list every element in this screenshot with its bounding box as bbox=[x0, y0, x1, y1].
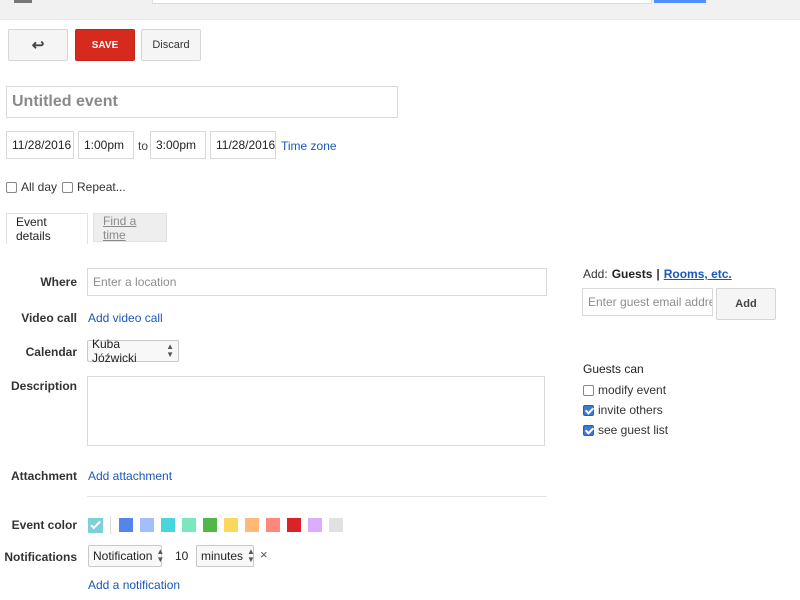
repeat-option[interactable]: Repeat... bbox=[62, 180, 126, 194]
tab-rooms[interactable]: Rooms, etc. bbox=[664, 267, 732, 281]
add-attachment-link[interactable]: Add attachment bbox=[88, 469, 172, 483]
discard-button[interactable]: Discard bbox=[141, 29, 201, 61]
notifications-label: Notifications bbox=[4, 550, 77, 564]
color-swatch[interactable] bbox=[88, 517, 103, 533]
color-swatch[interactable] bbox=[203, 518, 217, 532]
see-guest-list-checkbox[interactable] bbox=[583, 424, 594, 436]
select-arrows-icon: ▲ ▼ bbox=[166, 342, 174, 359]
modify-event-label: modify event bbox=[598, 383, 667, 397]
save-button[interactable]: SAVE bbox=[75, 29, 135, 61]
time-zone-link[interactable]: Time zone bbox=[281, 139, 337, 153]
notification-unit-value: minutes bbox=[201, 549, 244, 563]
tab-find-a-time[interactable]: Find a time bbox=[93, 213, 167, 242]
select-arrows-icon: ▲ ▼ bbox=[247, 547, 255, 564]
color-swatch[interactable] bbox=[329, 518, 343, 532]
swatch-divider bbox=[110, 516, 111, 534]
color-swatch[interactable] bbox=[140, 518, 154, 532]
modify-event-checkbox[interactable] bbox=[583, 384, 594, 396]
video-call-label: Video call bbox=[21, 311, 77, 325]
location-input[interactable]: Enter a location bbox=[87, 268, 547, 296]
permission-modify-event[interactable]: modify event bbox=[583, 383, 666, 397]
guests-can-label: Guests can bbox=[583, 362, 644, 376]
add-notification-link[interactable]: Add a notification bbox=[88, 578, 180, 592]
end-date-field[interactable]: 11/28/2016 bbox=[210, 131, 276, 159]
start-date-field[interactable]: 11/28/2016 bbox=[6, 131, 74, 159]
tab-guests[interactable]: Guests bbox=[612, 267, 653, 281]
notification-unit-select[interactable]: minutes ▲ ▼ bbox=[196, 545, 255, 567]
notification-amount-input[interactable]: 10 bbox=[170, 545, 194, 567]
to-label: to bbox=[138, 139, 149, 153]
notification-type-value: Notification bbox=[93, 549, 153, 563]
notification-type-select[interactable]: Notification ▲ ▼ bbox=[88, 545, 165, 567]
color-swatch[interactable] bbox=[224, 518, 238, 532]
see-guest-list-label: see guest list bbox=[598, 423, 669, 437]
back-button[interactable]: ↩ bbox=[8, 29, 68, 61]
description-textarea[interactable] bbox=[87, 376, 545, 446]
guests-header: Add: Guests | Rooms, etc. bbox=[583, 267, 732, 281]
permission-invite-others[interactable]: invite others bbox=[583, 403, 663, 417]
attachment-label: Attachment bbox=[10, 469, 77, 483]
search-button[interactable] bbox=[654, 0, 706, 3]
all-day-checkbox[interactable] bbox=[6, 181, 17, 193]
select-arrows-icon: ▲ ▼ bbox=[156, 547, 165, 564]
start-time-field[interactable]: 1:00pm bbox=[78, 131, 134, 159]
repeat-label: Repeat... bbox=[77, 180, 126, 194]
add-video-call-link[interactable]: Add video call bbox=[88, 311, 163, 325]
invite-others-label: invite others bbox=[598, 403, 663, 417]
all-day-option[interactable]: All day bbox=[6, 180, 57, 194]
search-bar[interactable] bbox=[152, 0, 652, 4]
calendar-select[interactable]: Kuba Jóźwicki ▲ ▼ bbox=[87, 337, 179, 365]
color-swatch[interactable] bbox=[266, 518, 280, 532]
remove-notification-icon[interactable]: × bbox=[260, 547, 268, 562]
permission-see-guest-list[interactable]: see guest list bbox=[583, 423, 668, 437]
section-divider bbox=[87, 496, 547, 497]
arrow-back-icon: ↩ bbox=[31, 37, 45, 54]
color-swatch[interactable] bbox=[182, 518, 196, 532]
tab-separator: | bbox=[656, 267, 660, 281]
add-guest-button[interactable]: Add bbox=[716, 288, 776, 320]
event-color-picker bbox=[88, 516, 350, 534]
menu-icon[interactable] bbox=[14, 0, 32, 3]
invite-others-checkbox[interactable] bbox=[583, 404, 594, 416]
where-label: Where bbox=[40, 275, 77, 289]
color-swatch[interactable] bbox=[287, 518, 301, 532]
event-title-input[interactable]: Untitled event bbox=[6, 86, 398, 118]
event-color-label: Event color bbox=[11, 518, 77, 532]
top-app-bar bbox=[0, 0, 800, 20]
guest-email-input[interactable]: Enter guest email addres bbox=[582, 288, 713, 316]
color-swatch[interactable] bbox=[245, 518, 259, 532]
repeat-checkbox[interactable] bbox=[62, 181, 73, 193]
color-swatch[interactable] bbox=[161, 518, 175, 532]
end-time-field[interactable]: 3:00pm bbox=[150, 131, 206, 159]
color-swatch[interactable] bbox=[308, 518, 322, 532]
tab-event-details[interactable]: Event details bbox=[6, 213, 88, 244]
calendar-label: Calendar bbox=[25, 345, 77, 359]
add-label: Add: bbox=[583, 267, 608, 281]
all-day-label: All day bbox=[21, 180, 58, 194]
calendar-select-value: Kuba Jóźwicki bbox=[92, 337, 137, 365]
description-label: Description bbox=[10, 379, 77, 393]
color-swatch[interactable] bbox=[119, 518, 133, 532]
